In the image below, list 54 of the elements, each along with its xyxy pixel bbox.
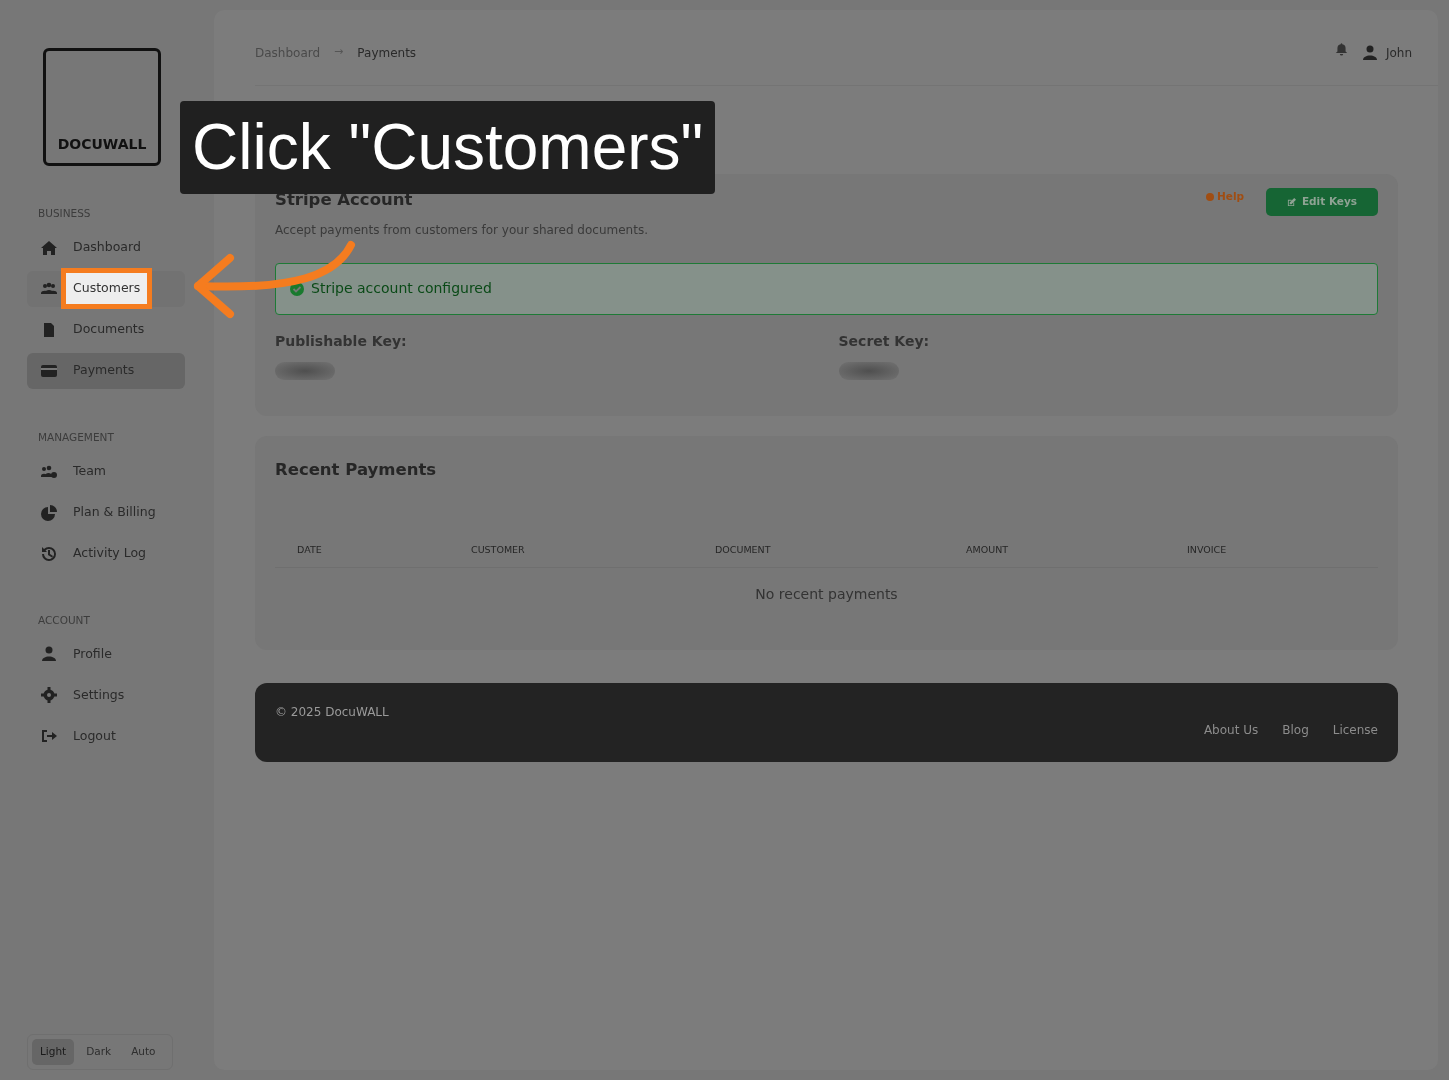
column-header: CUSTOMER	[470, 542, 526, 557]
notification-bell-icon[interactable]	[1334, 41, 1348, 56]
blurred-key-value	[275, 361, 335, 380]
theme-option[interactable]: Light	[32, 1039, 75, 1065]
logo-text: DOCUWALL	[57, 135, 147, 154]
user-name[interactable]: John	[1385, 43, 1412, 62]
sidebar-item[interactable]: Logout	[27, 718, 185, 755]
sidebar-item[interactable]: Plan & Billing	[27, 494, 185, 531]
sidebar-item[interactable]: Activity Log	[27, 535, 185, 572]
users-gear-icon	[41, 463, 57, 480]
card-title: Recent Payments	[275, 459, 438, 481]
document-icon	[41, 321, 57, 338]
empty-message: No recent payments	[754, 585, 899, 604]
column-header: AMOUNT	[965, 542, 1010, 557]
settings-icon	[41, 687, 57, 704]
footer-link[interactable]: About Us	[1203, 720, 1259, 739]
sidebar-item[interactable]: Dashboard	[27, 229, 185, 266]
copyright-text: © 2025 DocuWALL	[275, 704, 389, 721]
key-label: Secret Key:	[838, 331, 931, 351]
footer-link[interactable]: Blog	[1282, 720, 1309, 739]
status-text: Stripe account configured	[311, 279, 492, 299]
sidebar-item[interactable]: Payments	[27, 352, 185, 389]
history-icon	[41, 545, 57, 562]
help-icon	[1205, 192, 1214, 201]
sidebar-item[interactable]: Profile	[27, 636, 185, 673]
sidebar-item[interactable]: Settings	[27, 677, 185, 714]
card-subtitle: Accept payments from customers for your shared documents.	[275, 221, 648, 239]
home-icon	[41, 239, 57, 256]
section-heading: MANAGEMENT	[38, 429, 115, 445]
breadcrumb-separator: →	[334, 44, 344, 61]
breadcrumb-current: Payments	[357, 44, 417, 62]
credit-card-icon	[41, 362, 57, 379]
column-header: DATE	[296, 542, 323, 557]
sidebar-item[interactable]: Team	[27, 453, 185, 490]
logout-icon	[41, 728, 57, 745]
user-icon	[41, 646, 57, 663]
pie-chart-icon	[41, 504, 57, 521]
users-icon	[41, 280, 57, 297]
check-circle-icon	[290, 281, 304, 296]
section-heading: BUSINESS	[38, 206, 92, 221]
theme-option[interactable]: Auto	[123, 1039, 164, 1065]
footer-link[interactable]: License	[1332, 720, 1378, 739]
tutorial-caption: Click "Customers"	[180, 101, 716, 194]
user-icon	[1361, 44, 1378, 61]
section-heading: ACCOUNT	[38, 612, 91, 628]
edit-keys-button[interactable]: Edit Keys	[1266, 188, 1378, 216]
column-header: INVOICE	[1186, 542, 1228, 557]
sidebar-item[interactable]: Documents	[27, 311, 185, 348]
theme-option[interactable]: Dark	[78, 1039, 120, 1065]
blurred-key-value	[838, 361, 899, 380]
sidebar-item[interactable]: Customers	[27, 270, 185, 307]
key-label: Publishable Key:	[275, 331, 408, 351]
edit-icon	[1286, 197, 1296, 207]
column-header: DOCUMENT	[714, 542, 772, 557]
